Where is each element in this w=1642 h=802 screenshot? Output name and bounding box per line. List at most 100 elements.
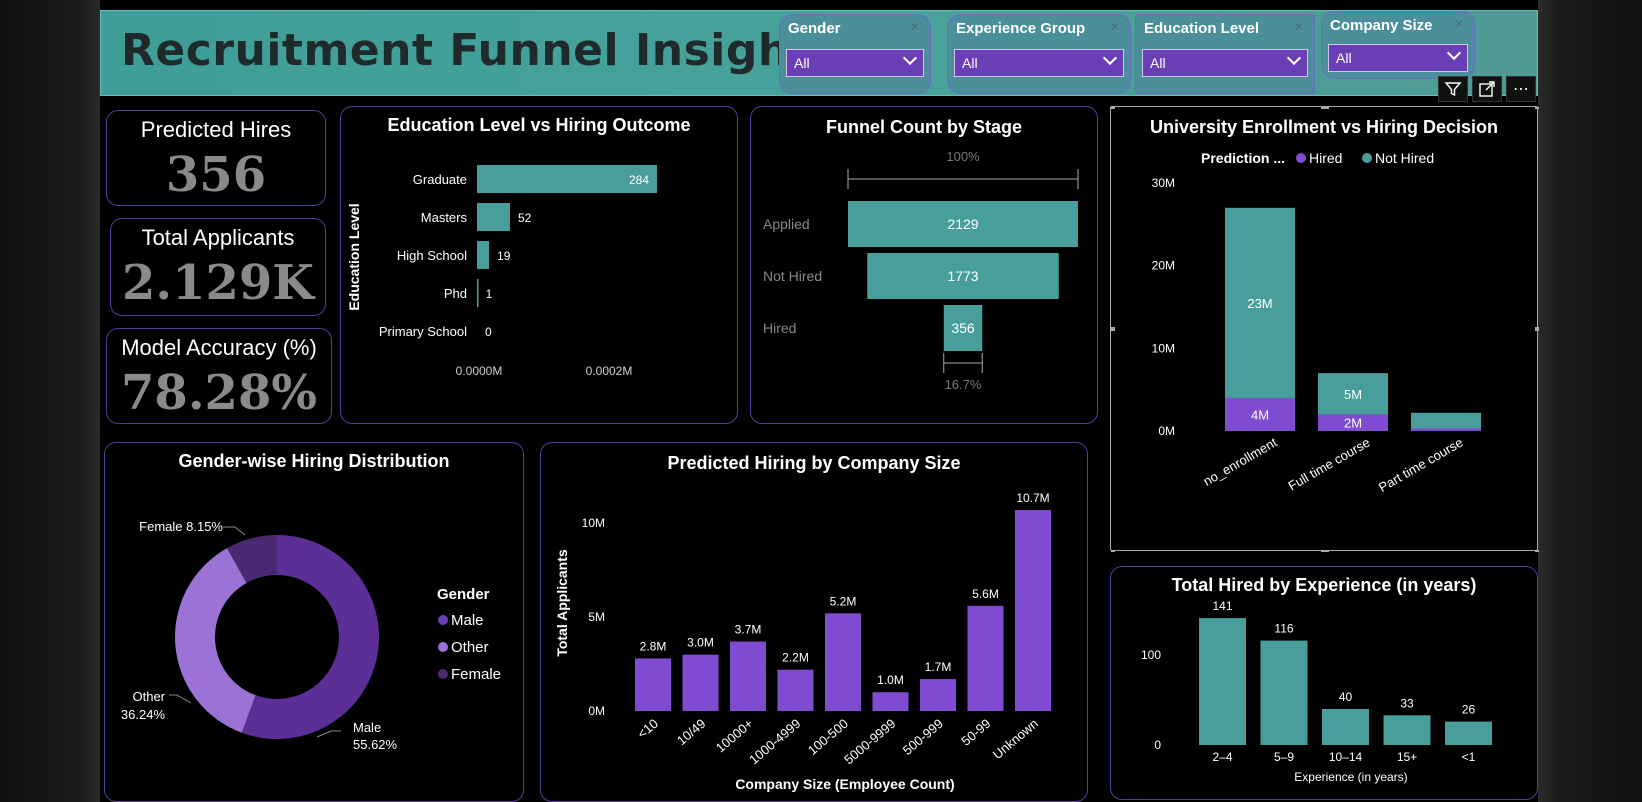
slice-name-label: Other xyxy=(132,689,165,704)
more-options-icon[interactable]: ⋯ xyxy=(1506,76,1536,102)
x-tick-label: Full time course xyxy=(1286,435,1373,494)
kpi-predicted-hires: Predicted Hires 356 xyxy=(106,110,326,206)
bar xyxy=(777,669,814,711)
x-tick-label: 0.0002M xyxy=(586,364,633,378)
data-label: 0 xyxy=(485,325,492,339)
bar xyxy=(1015,510,1051,711)
data-label: 2.8M xyxy=(640,639,667,653)
category-label: Masters xyxy=(421,210,468,225)
legend-label: Female xyxy=(451,666,501,683)
funnel-chart-card: Funnel Count by Stage 100% 2129 Applied 177… xyxy=(750,106,1098,424)
legend-marker xyxy=(438,642,448,652)
x-tick-label: no_enrollment xyxy=(1201,434,1280,488)
data-label: 5.6M xyxy=(972,587,999,601)
data-label: 1773 xyxy=(947,268,978,284)
data-label: 2129 xyxy=(947,216,978,232)
company-size-dropdown[interactable]: All xyxy=(1328,44,1468,72)
kpi-total-applicants: Total Applicants 2.129K xyxy=(110,218,326,316)
gender-slicer[interactable]: Gender ✕ All xyxy=(779,14,931,94)
x-tick-label: 50-99 xyxy=(958,716,993,749)
data-label: 1.7M xyxy=(925,660,952,674)
clear-icon[interactable]: ✕ xyxy=(910,20,920,34)
bar-segment xyxy=(1411,412,1481,429)
legend-title: Gender xyxy=(437,586,490,603)
y-tick-label: 5M xyxy=(588,610,605,624)
bar xyxy=(477,241,490,269)
data-label: 33 xyxy=(1400,696,1414,710)
x-tick-label: 15+ xyxy=(1397,750,1417,764)
kpi-value: 356 xyxy=(165,147,267,203)
stage-label: Hired xyxy=(763,320,796,336)
bar xyxy=(1383,715,1431,745)
visual-header-icons: ⋯ xyxy=(1438,76,1536,102)
legend-label: Hired xyxy=(1309,150,1342,166)
experience-group-slicer[interactable]: Experience Group ✕ All xyxy=(947,14,1131,94)
selection-handle xyxy=(1321,107,1329,109)
bar-segment xyxy=(1411,428,1481,431)
clear-icon[interactable]: ✕ xyxy=(1294,20,1304,34)
clear-icon[interactable]: ✕ xyxy=(1110,20,1120,34)
x-tick-label: Part time course xyxy=(1376,435,1465,495)
data-label: 2M xyxy=(1344,416,1362,431)
x-tick-label: 10/49 xyxy=(674,716,709,748)
slicer-label: Gender xyxy=(788,20,841,37)
experience-group-dropdown[interactable]: All xyxy=(954,49,1124,77)
x-tick-label: 10000+ xyxy=(713,716,756,756)
bottom-percent-label: 16.7% xyxy=(945,377,982,392)
bar xyxy=(730,641,766,711)
kpi-model-accuracy: Model Accuracy (%) 78.28% xyxy=(106,328,332,424)
leader-line xyxy=(223,526,246,536)
filter-icon[interactable] xyxy=(1438,76,1468,102)
focus-mode-icon[interactable] xyxy=(1472,76,1502,102)
data-label: 1 xyxy=(486,287,493,301)
experience-chart-card: Total Hired by Experience (in years) 0 10… xyxy=(1110,566,1538,800)
x-tick-label: 100-500 xyxy=(805,716,851,758)
legend-marker xyxy=(1362,153,1372,163)
chevron-down-icon xyxy=(902,50,918,66)
kpi-label: Predicted Hires xyxy=(140,117,292,142)
gender-dropdown[interactable]: All xyxy=(786,49,924,77)
y-axis-title: Total Applicants xyxy=(554,549,570,657)
bar xyxy=(1260,640,1308,745)
x-tick-label: 0.0000M xyxy=(456,364,503,378)
education-chart: Education Level Graduate 284 Masters 52 High … xyxy=(346,165,657,378)
funnel-chart: 100% 2129 Applied 1773 Not Hired 356 Hired 16.7… xyxy=(763,149,1079,392)
kpi-label: Model Accuracy (%) xyxy=(121,335,317,360)
x-tick-label: 10–14 xyxy=(1329,750,1363,764)
report-canvas: Recruitment Funnel Insights Gender ✕ All… xyxy=(100,0,1539,802)
education-level-dropdown[interactable]: All xyxy=(1142,49,1308,77)
kpi-label: Total Applicants xyxy=(141,225,295,250)
company-chart: Total Applicants Company Size (Employee C… xyxy=(554,491,1051,792)
data-label: 26 xyxy=(1462,703,1476,717)
category-label: Primary School xyxy=(379,324,467,339)
x-tick-label: <10 xyxy=(634,716,661,742)
bar xyxy=(1199,618,1246,745)
bar xyxy=(477,279,479,307)
bar xyxy=(635,658,671,711)
data-label: 4M xyxy=(1251,407,1269,422)
company-chart-card: Predicted Hiring by Company Size Total A… xyxy=(540,442,1088,802)
company-size-slicer[interactable]: Company Size ✕ All xyxy=(1321,11,1475,79)
x-tick-label: 1000-4999 xyxy=(746,716,803,767)
x-tick-label: 5000-9999 xyxy=(841,716,898,767)
legend-label: Other xyxy=(451,639,489,656)
data-label: 52 xyxy=(518,211,532,225)
bar xyxy=(920,679,956,711)
selection-handle xyxy=(1111,550,1115,552)
category-label: High School xyxy=(397,248,467,263)
header-banner: Recruitment Funnel Insights Gender ✕ All… xyxy=(100,10,1538,96)
slice-value-label: 36.24% xyxy=(121,707,166,722)
x-tick-label: 500-999 xyxy=(900,716,946,758)
y-tick-label: 0M xyxy=(1158,424,1175,438)
legend-marker xyxy=(438,615,448,625)
clear-icon[interactable]: ✕ xyxy=(1454,17,1464,31)
education-level-slicer[interactable]: Education Level ✕ All xyxy=(1135,14,1315,94)
left-margin xyxy=(0,0,100,802)
category-label: Phd xyxy=(444,286,467,301)
experience-chart: 0 100 141 2–4 116 5–9 40 10–14 33 15+ 26 <1 Experien… xyxy=(1141,599,1492,784)
slicer-label: Experience Group xyxy=(956,20,1086,37)
chevron-down-icon xyxy=(1286,50,1302,66)
university-chart: Prediction ... Hired Not Hired 0M 10M 20M 30M 4… xyxy=(1111,107,1539,552)
university-chart-card[interactable]: University Enrollment vs Hiring Decision… xyxy=(1110,106,1539,552)
legend-marker xyxy=(1296,153,1306,163)
